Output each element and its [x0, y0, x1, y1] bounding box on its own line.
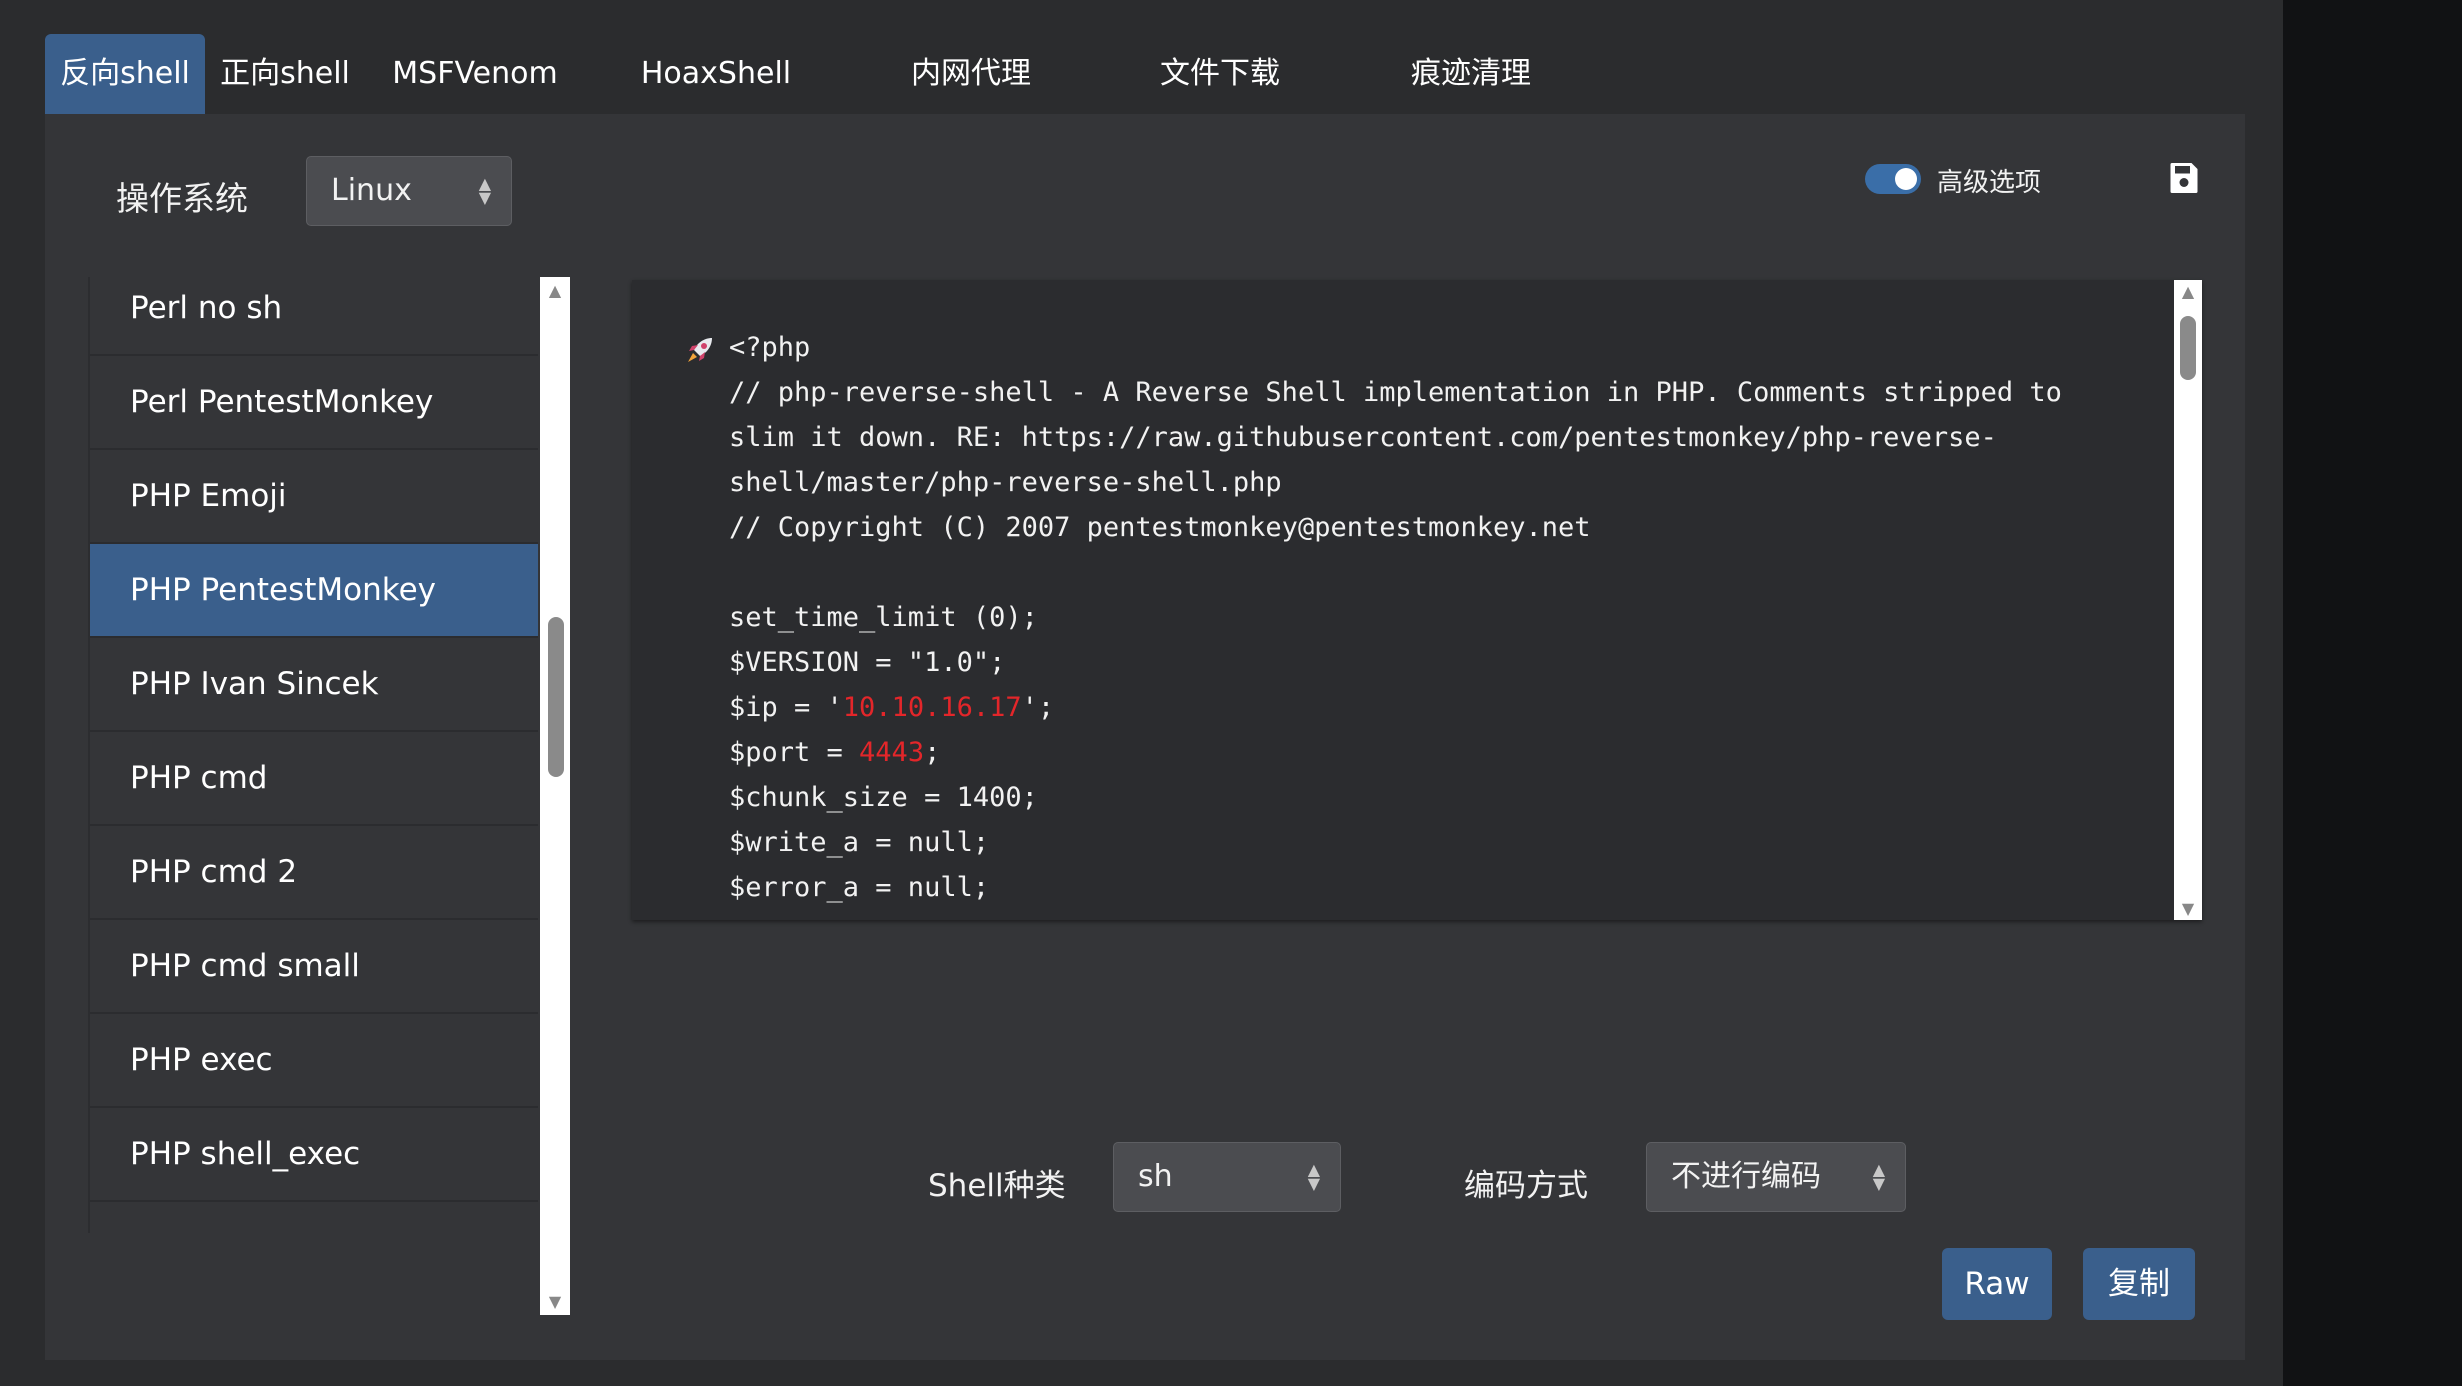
os-select-value: Linux — [331, 173, 412, 208]
code-ip-prefix: $ip = ' — [729, 692, 843, 723]
code-scrollbar[interactable]: ▲ ▼ — [2174, 280, 2202, 920]
code-text: <?php // php-reverse-shell - A Reverse S… — [729, 325, 2129, 910]
os-select[interactable]: Linux ▲ ▼ — [306, 156, 512, 226]
list-scroll-thumb[interactable] — [548, 617, 564, 777]
list-item[interactable]: PHP Ivan Sincek — [90, 638, 538, 732]
tab-msfvenom[interactable]: MSFVenom — [365, 34, 585, 114]
port-value: 4443 — [859, 737, 925, 768]
select-arrows-icon: ▲ ▼ — [1872, 1160, 1885, 1193]
code-line: // php-reverse-shell - A Reverse Shell i… — [729, 377, 2062, 408]
code-line: slim it down. RE: https://raw.githubuser… — [729, 422, 1997, 453]
code-line: set_time_limit (0); — [729, 602, 1038, 633]
list-item[interactable]: Perl PentestMonkey — [90, 356, 538, 450]
list-item[interactable]: PHP Emoji — [90, 450, 538, 544]
copy-button[interactable]: 复制 — [2083, 1248, 2195, 1320]
shell-type-value: sh — [1138, 1159, 1173, 1194]
code-line: $error_a = null; — [729, 872, 990, 903]
code-output: <?php // php-reverse-shell - A Reverse S… — [632, 280, 2202, 920]
advanced-toggle[interactable] — [1865, 164, 1921, 194]
tab-bind-shell[interactable]: 正向shell — [205, 34, 365, 114]
select-arrows-icon: ▲ ▼ — [1307, 1160, 1320, 1193]
scroll-up-icon[interactable]: ▲ — [540, 281, 570, 300]
rocket-icon — [688, 338, 712, 362]
tab-trace-cleanup[interactable]: 痕迹清理 — [1345, 34, 1597, 114]
advanced-options: 高级选项 — [1865, 160, 2145, 200]
scroll-down-icon[interactable]: ▼ — [2174, 899, 2202, 918]
tab-intranet-proxy[interactable]: 内网代理 — [847, 34, 1095, 114]
code-port-suffix: ; — [924, 737, 941, 768]
list-item[interactable]: PHP cmd — [90, 732, 538, 826]
list-item[interactable]: Perl no sh — [90, 277, 538, 356]
code-scroll-thumb[interactable] — [2180, 316, 2196, 380]
tab-hoaxshell[interactable]: HoaxShell — [585, 34, 847, 114]
list-item-selected[interactable]: PHP PentestMonkey — [90, 544, 538, 638]
list-item[interactable]: PHP exec — [90, 1014, 538, 1108]
shell-type-label: Shell种类 — [928, 1168, 1066, 1204]
advanced-label: 高级选项 — [1937, 168, 2042, 198]
code-line: <?php — [729, 332, 811, 363]
list-item[interactable]: PHP system — [90, 1202, 538, 1233]
code-ip-suffix: '; — [1021, 692, 1055, 723]
select-arrows-icon: ▲ ▼ — [478, 174, 491, 207]
toggle-knob — [1895, 168, 1917, 190]
code-line: shell/master/php-reverse-shell.php — [729, 467, 1282, 498]
encoding-select[interactable]: 不进行编码 ▲ ▼ — [1646, 1142, 1906, 1212]
shell-type-select[interactable]: sh ▲ ▼ — [1113, 1142, 1341, 1212]
list-item[interactable]: PHP cmd small — [90, 920, 538, 1014]
main-panel: 操作系统 Linux ▲ ▼ 高级选项 Perl no sh Perl Pente… — [45, 114, 2245, 1360]
encoding-label: 编码方式 — [1464, 1168, 1588, 1204]
os-label: 操作系统 — [116, 179, 248, 218]
encoding-value: 不进行编码 — [1671, 1159, 1821, 1194]
app-window: 反向shell 正向shell MSFVenom HoaxShell 内网代理 … — [0, 0, 2283, 1386]
ip-value: 10.10.16.17 — [842, 692, 1022, 723]
code-line: $write_a = null; — [729, 827, 990, 858]
list-scrollbar[interactable]: ▲ ▼ — [540, 277, 570, 1315]
list-item[interactable]: PHP cmd 2 — [90, 826, 538, 920]
code-line: $chunk_size = 1400; — [729, 782, 1038, 813]
code-line: // Copyright (C) 2007 pentestmonkey@pent… — [729, 512, 1591, 543]
tab-reverse-shell[interactable]: 反向shell — [45, 34, 205, 114]
save-icon[interactable] — [2166, 160, 2202, 196]
shell-list: Perl no sh Perl PentestMonkey PHP Emoji … — [88, 277, 538, 1233]
raw-button[interactable]: Raw — [1942, 1248, 2052, 1320]
scroll-down-icon[interactable]: ▼ — [540, 1292, 570, 1311]
tab-file-download[interactable]: 文件下载 — [1095, 34, 1345, 114]
code-line: $VERSION = "1.0"; — [729, 647, 1006, 678]
list-item[interactable]: PHP shell_exec — [90, 1108, 538, 1202]
scroll-up-icon[interactable]: ▲ — [2174, 282, 2202, 301]
code-port-prefix: $port = — [729, 737, 860, 768]
